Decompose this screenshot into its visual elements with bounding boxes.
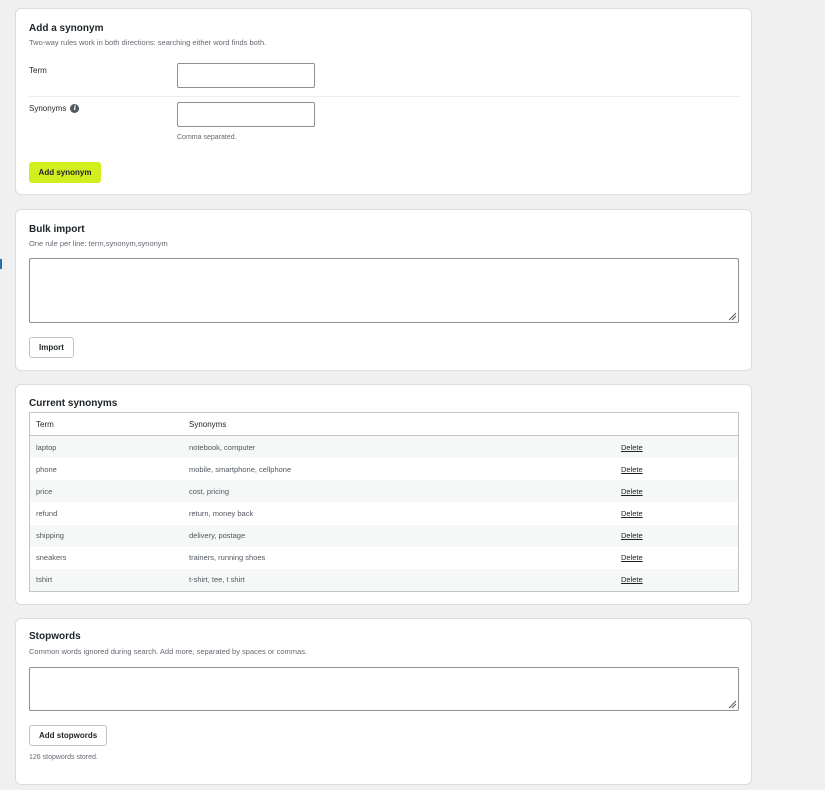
stopwords-title: Stopwords: [29, 631, 81, 642]
row-synonyms: return, money back: [189, 508, 254, 518]
row-synonyms: delivery, postage: [189, 531, 246, 541]
info-icon[interactable]: i: [70, 104, 80, 113]
table-row: sneakers trainers, running shoes Delete: [30, 546, 738, 569]
add-synonym-card: Add a synonym Two-way rules work in both…: [15, 8, 752, 195]
stopwords-textarea[interactable]: [29, 667, 739, 711]
delete-link[interactable]: Delete: [621, 509, 643, 518]
term-label-text: Term: [29, 66, 47, 75]
delete-link[interactable]: Delete: [621, 443, 643, 452]
add-synonym-button[interactable]: Add synonym: [29, 162, 101, 183]
left-edge-marker: [0, 259, 2, 269]
row-term: laptop: [36, 442, 57, 452]
row-term: sneakers: [36, 553, 67, 563]
table-body: laptop notebook, computer Delete phone m…: [30, 436, 738, 591]
resize-grip-icon[interactable]: [728, 700, 737, 709]
stopwords-card: Stopwords Common words ignored during se…: [15, 618, 752, 785]
synonyms-table: Term Synonyms laptop notebook, computer …: [29, 412, 739, 592]
delete-link[interactable]: Delete: [621, 487, 643, 496]
delete-link[interactable]: Delete: [621, 465, 643, 474]
current-synonyms-title: Current synonyms: [29, 398, 118, 409]
add-synonym-title: Add a synonym: [29, 23, 104, 34]
row-term: phone: [36, 464, 57, 474]
stopwords-description: Common words ignored during search. Add …: [29, 647, 308, 656]
column-header-synonyms: Synonyms: [189, 419, 227, 429]
term-label: Term: [29, 66, 47, 75]
row-synonyms: cost, pricing: [189, 486, 230, 496]
table-row: refund return, money back Delete: [30, 502, 738, 525]
delete-link[interactable]: Delete: [621, 575, 643, 584]
current-synonyms-card: Current synonyms Term Synonyms laptop no…: [15, 384, 752, 605]
bulk-import-textarea[interactable]: [29, 258, 739, 323]
resize-grip-icon[interactable]: [728, 312, 737, 321]
add-stopwords-button[interactable]: Add stopwords: [29, 725, 108, 746]
table-row: price cost, pricing Delete: [30, 480, 738, 503]
row-term: refund: [36, 508, 58, 518]
bulk-import-title: Bulk import: [29, 224, 85, 235]
import-button[interactable]: Import: [29, 337, 74, 358]
row-synonyms: t-shirt, tee, t shirt: [189, 575, 245, 585]
table-header: Term Synonyms: [30, 413, 738, 436]
delete-link[interactable]: Delete: [621, 553, 643, 562]
column-header-term: Term: [36, 419, 54, 429]
table-row: laptop notebook, computer Delete: [30, 436, 738, 459]
add-synonym-description: Two-way rules work in both directions: s…: [29, 38, 267, 47]
row-synonyms: trainers, running shoes: [189, 553, 266, 563]
synonyms-input[interactable]: [177, 102, 315, 127]
bulk-import-card: Bulk import One rule per line: term,syno…: [15, 209, 752, 371]
table-row: phone mobile, smartphone, cellphone Dele…: [30, 458, 738, 481]
table-row: tshirt t-shirt, tee, t shirt Delete: [30, 568, 738, 591]
bulk-import-description: One rule per line: term,synonym,synonym: [29, 239, 168, 248]
row-synonyms: mobile, smartphone, cellphone: [189, 464, 292, 474]
term-input[interactable]: [177, 63, 315, 88]
synonyms-label-text: Synonyms: [29, 104, 67, 113]
synonyms-hint: Comma separated.: [177, 134, 237, 141]
synonyms-label: Synonyms i: [29, 104, 80, 113]
form-row-divider: [29, 96, 740, 97]
row-term: shipping: [36, 531, 64, 541]
delete-link[interactable]: Delete: [621, 531, 643, 540]
row-term: tshirt: [36, 575, 53, 585]
stopwords-count: 126 stopwords stored.: [29, 754, 98, 761]
row-term: price: [36, 486, 53, 496]
table-row: shipping delivery, postage Delete: [30, 524, 738, 547]
row-synonyms: notebook, computer: [189, 442, 256, 452]
